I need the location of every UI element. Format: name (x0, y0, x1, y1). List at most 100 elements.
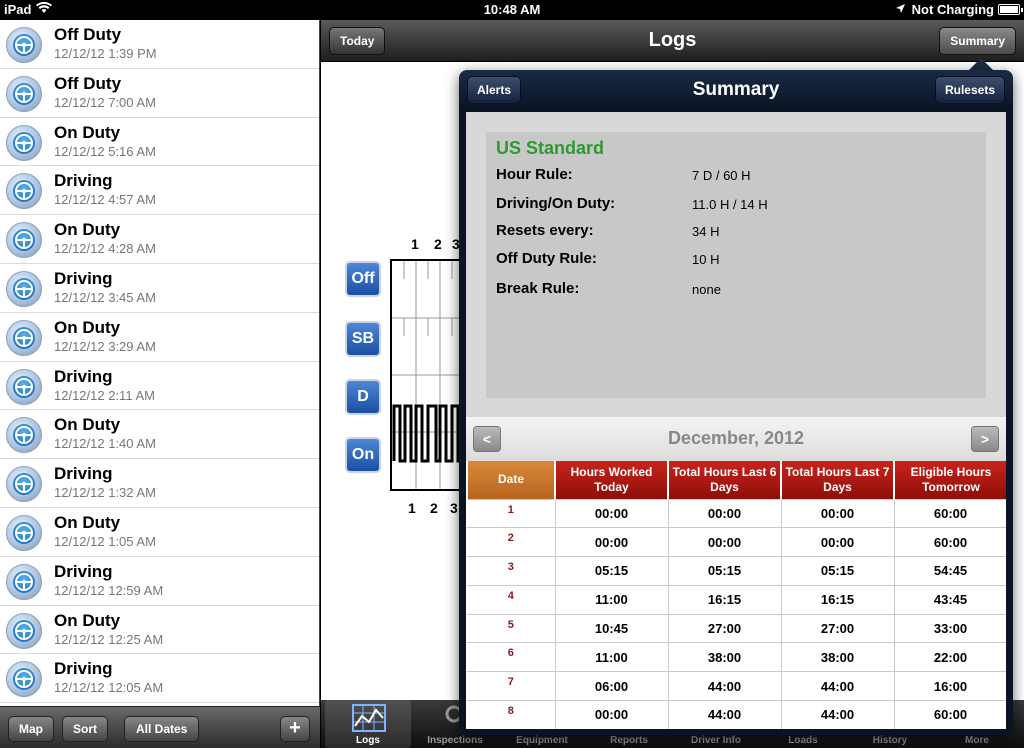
on-duty-status-button[interactable]: On (345, 437, 381, 473)
log-status: Driving (54, 366, 113, 386)
log-list-item[interactable]: Driving 12/12/12 2:11 AM (0, 362, 319, 411)
sleeper-berth-status-button[interactable]: SB (345, 321, 381, 357)
driving-on-duty-value: 11.0 H / 14 H (692, 197, 768, 212)
total-hours-last-7-days-header: Total Hours Last 7 Days (780, 461, 894, 499)
log-timestamp: 12/12/12 12:05 AM (54, 680, 164, 696)
hours-cell: 11:00 (554, 584, 669, 615)
log-list-item[interactable]: Driving 12/12/12 12:59 AM (0, 557, 319, 606)
log-status: Driving (54, 659, 113, 679)
hours-cell: 00:00 (554, 498, 669, 529)
hours-cell: 54:45 (893, 556, 1006, 586)
break-rule-value: none (692, 282, 721, 297)
log-list-item[interactable]: Driving 12/12/12 3:45 AM (0, 264, 319, 313)
hours-cell: 05:15 (780, 556, 895, 586)
month-navigator: < December, 2012 > (466, 417, 1006, 461)
log-status: Off Duty (54, 73, 122, 93)
table-row: 3 05:15 05:15 05:15 54:45 (467, 556, 1006, 586)
summary-popover: Alerts Summary Rulesets US Standard Hour… (459, 70, 1013, 735)
eligible-hours-tomorrow-header: Eligible Hours Tomorrow (893, 461, 1006, 499)
hours-cell: 44:00 (667, 671, 782, 702)
log-list-item[interactable]: Driving 12/12/12 12:05 AM (0, 654, 319, 704)
hours-cell: 38:00 (780, 642, 895, 673)
log-timestamp: 12/12/12 2:11 AM (54, 387, 155, 403)
all-dates-button[interactable]: All Dates (124, 716, 200, 742)
steering-wheel-icon (6, 173, 42, 210)
log-status: Driving (54, 464, 113, 484)
log-status: Off Duty (54, 25, 122, 44)
steering-wheel-icon (6, 75, 42, 112)
date-cell: 8 (467, 700, 556, 729)
log-list-item[interactable]: On Duty 12/12/12 12:25 AM (0, 606, 319, 655)
hour-rule-value: 7 D / 60 H (692, 168, 751, 183)
log-timestamp: 12/12/12 1:40 AM (54, 436, 156, 452)
log-timestamp: 12/12/12 7:00 AM (54, 94, 156, 110)
steering-wheel-icon (6, 563, 42, 600)
hours-cell: 44:00 (780, 671, 895, 702)
date-cell: 1 (467, 498, 556, 529)
log-list-item[interactable]: Driving 12/12/12 4:57 AM (0, 166, 319, 216)
hours-cell: 60:00 (893, 700, 1006, 729)
hours-cell: 38:00 (667, 642, 782, 673)
date-cell: 2 (467, 527, 556, 558)
page-title: Logs (648, 29, 697, 51)
log-status: On Duty (54, 220, 121, 240)
off-duty-rule-value: 10 H (692, 252, 720, 267)
hours-cell: 05:15 (667, 556, 782, 586)
driving-status-button[interactable]: D (345, 379, 381, 415)
date-cell: 3 (467, 556, 556, 586)
hours-cell: 60:00 (893, 498, 1006, 529)
hours-cell: 22:00 (893, 642, 1006, 673)
steering-wheel-icon (6, 417, 42, 454)
log-list-item[interactable]: On Duty 12/12/12 1:40 AM (0, 410, 319, 460)
log-list-item[interactable]: Off Duty 12/12/12 7:00 AM (0, 69, 319, 118)
summary-button[interactable]: Summary (939, 27, 1016, 55)
hours-cell: 00:00 (780, 498, 895, 529)
hours-cell: 60:00 (893, 527, 1006, 558)
status-bar: iPad 10:48 AM Not Charging (0, 0, 1024, 20)
table-row: 4 11:00 16:15 16:15 43:45 (467, 584, 1006, 615)
rulesets-button[interactable]: Rulesets (934, 76, 1005, 104)
table-row: 6 11:00 38:00 38:00 22:00 (467, 642, 1006, 673)
ruleset-box: US Standard Hour Rule: 7 D / 60 H Drivin… (486, 132, 986, 398)
log-list-item[interactable]: Driving 12/12/12 1:32 AM (0, 459, 319, 508)
date-cell: 4 (467, 584, 556, 615)
left-toolbar: Map Sort All Dates + (0, 706, 320, 748)
steering-wheel-icon (6, 124, 42, 161)
log-status: On Duty (54, 317, 121, 337)
log-list-item[interactable]: Off Duty 12/12/12 1:39 PM (0, 20, 319, 69)
clock: 10:48 AM (483, 2, 541, 17)
add-button[interactable]: + (280, 716, 310, 742)
tab-logs[interactable]: Logs (325, 700, 411, 748)
hours-cell: 00:00 (554, 527, 669, 558)
tab-label: Logs (356, 735, 380, 746)
log-status: On Duty (54, 610, 121, 630)
log-list-item[interactable]: On Duty 12/12/12 5:16 AM (0, 118, 319, 167)
hours-cell: 27:00 (667, 613, 782, 644)
map-button[interactable]: Map (8, 716, 54, 742)
hours-cell: 16:15 (667, 584, 782, 615)
hour-label: 3 (450, 500, 458, 516)
popover-header: Alerts Summary Rulesets (459, 70, 1013, 110)
next-month-button[interactable]: > (971, 426, 999, 452)
sort-button[interactable]: Sort (62, 716, 108, 742)
hour-label: 2 (430, 500, 438, 516)
battery-icon (998, 4, 1023, 15)
log-status: On Duty (54, 512, 121, 532)
month-title: December, 2012 (667, 428, 805, 448)
hours-cell: 10:45 (554, 613, 669, 644)
steering-wheel-icon (6, 270, 42, 307)
date-column-header: Date (466, 461, 555, 499)
resets-every-label: Resets every: (496, 222, 594, 239)
log-list-item[interactable]: On Duty 12/12/12 3:29 AM (0, 313, 319, 362)
hours-cell: 16:00 (893, 671, 1006, 702)
log-list-item[interactable]: On Duty 12/12/12 1:05 AM (0, 508, 319, 557)
hours-cell: 33:00 (893, 613, 1006, 644)
hours-cell: 05:15 (554, 556, 669, 586)
off-duty-status-button[interactable]: Off (345, 261, 381, 297)
hours-cell: 00:00 (667, 498, 782, 529)
log-list-item[interactable]: On Duty 12/12/12 4:28 AM (0, 215, 319, 264)
popover-body: US Standard Hour Rule: 7 D / 60 H Drivin… (466, 112, 1006, 729)
total-hours-last-6-days-header: Total Hours Last 6 Days (667, 461, 781, 499)
driving-on-duty-label: Driving/On Duty: (496, 195, 616, 212)
table-row: 7 06:00 44:00 44:00 16:00 (467, 671, 1006, 702)
